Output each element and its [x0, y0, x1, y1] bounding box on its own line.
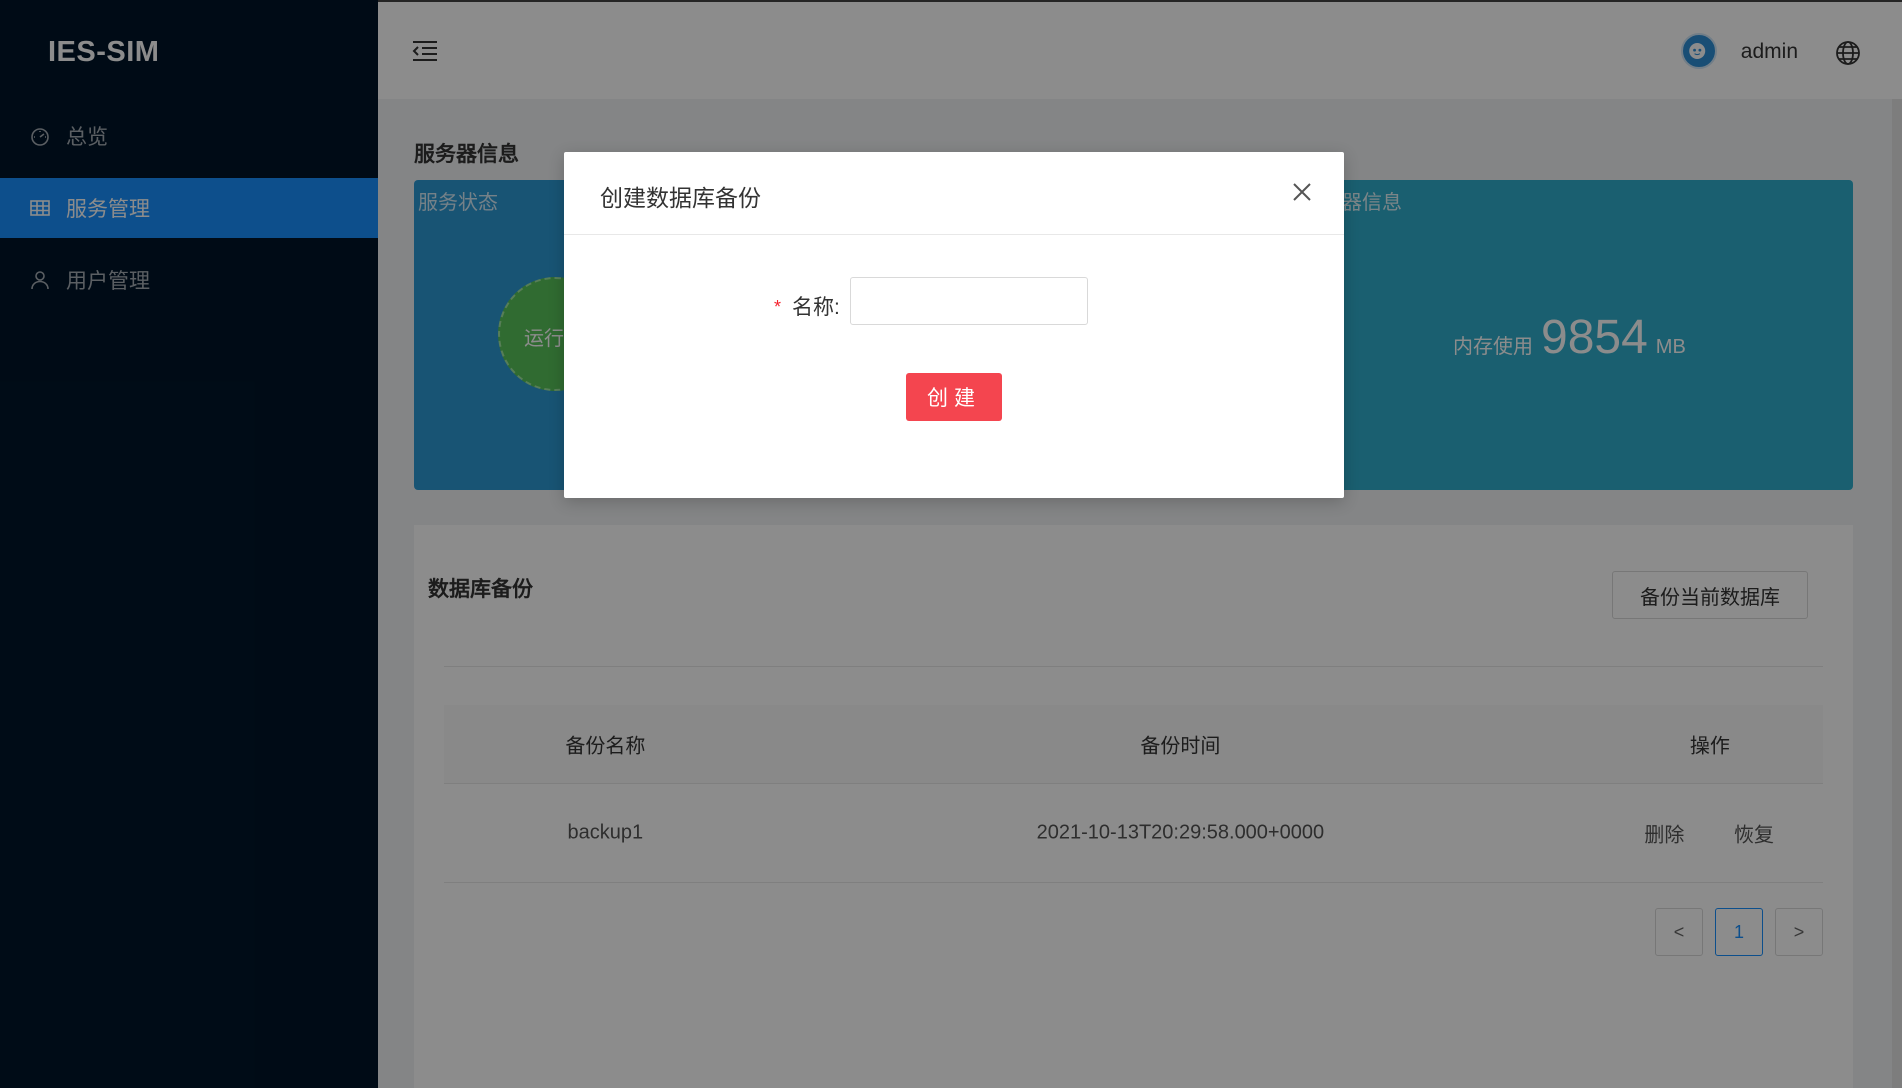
modal-title: 创建数据库备份 [600, 185, 761, 211]
create-backup-modal: 创建数据库备份 * 名称: 创建 [564, 152, 1344, 498]
name-label: 名称: [792, 296, 840, 319]
required-mark: * [774, 297, 782, 317]
create-button[interactable]: 创建 [906, 373, 1002, 421]
close-icon[interactable] [1288, 178, 1316, 206]
name-input[interactable] [850, 277, 1088, 325]
modal-header: 创建数据库备份 [564, 152, 1344, 235]
